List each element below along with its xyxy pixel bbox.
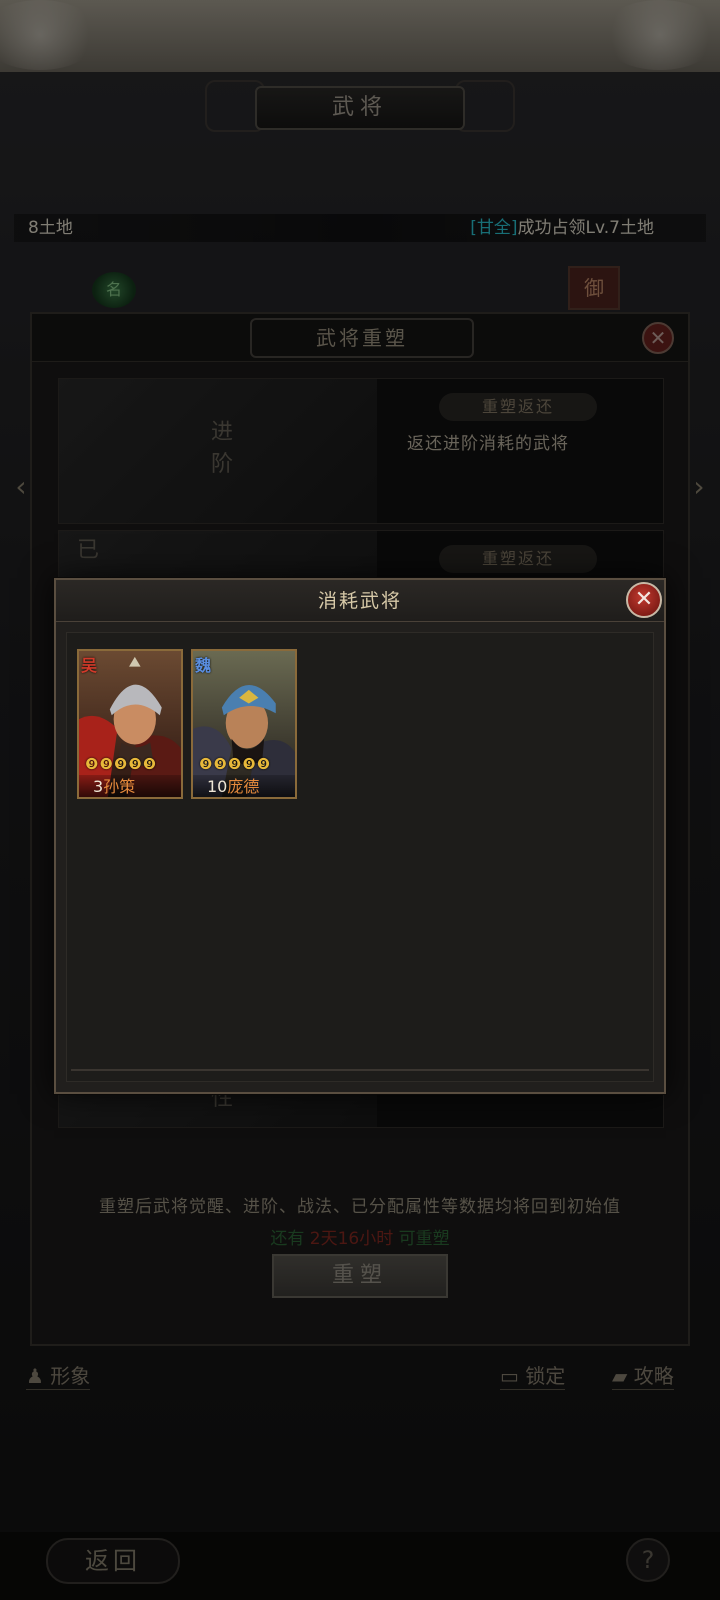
list-divider [71,1069,649,1071]
star-rating: ❾❾❾❾❾ [199,755,272,773]
general-name-bar: 3孙策 [79,775,181,797]
general-level: 3 [93,777,104,796]
general-name: 庞德 [227,777,260,796]
star-rating: ❾❾❾❾❾ [85,755,158,773]
generals-list: 吴 ❾❾❾❾❾ 3孙策 魏 ❾❾❾❾❾ 10庞德 [66,632,654,1082]
modal-header: 消耗武将 ✕ [56,580,664,622]
modal-title: 消耗武将 [317,590,402,612]
close-button[interactable]: ✕ [626,582,662,618]
general-name: 孙策 [103,777,136,796]
general-card[interactable]: 吴 ❾❾❾❾❾ 3孙策 [77,649,183,799]
general-name-bar: 10庞德 [193,775,295,797]
consumed-generals-modal: 消耗武将 ✕ 吴 ❾❾❾❾❾ 3孙策 魏 ❾❾❾❾❾ 10庞德 [54,578,666,1094]
faction-badge: 吴 [81,656,98,675]
general-level: 10 [207,777,228,796]
general-card[interactable]: 魏 ❾❾❾❾❾ 10庞德 [191,649,297,799]
faction-badge: 魏 [195,656,212,675]
